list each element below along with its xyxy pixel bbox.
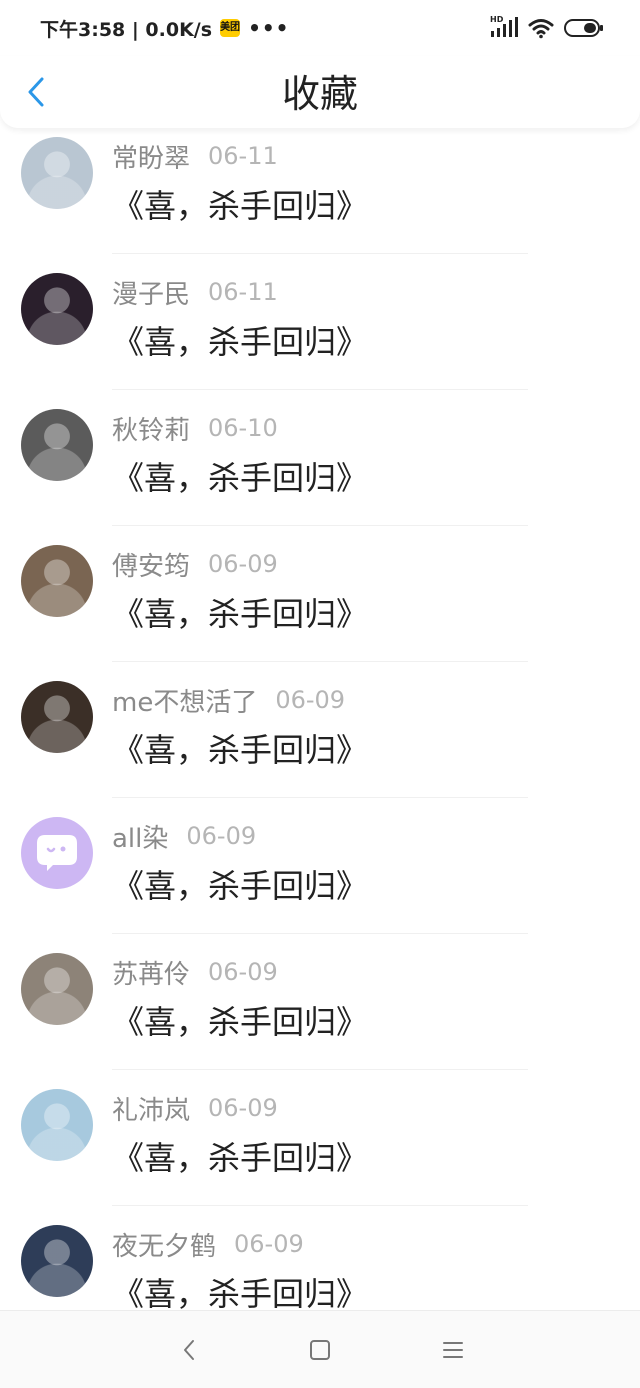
- item-date: 06-09: [186, 822, 257, 850]
- avatar-photo: [21, 681, 93, 753]
- nav-home-icon: [310, 1340, 330, 1360]
- divider: [112, 389, 528, 390]
- list-item[interactable]: 夜无夕鹤 06-09 《喜，杀手回归》: [0, 1225, 640, 1310]
- item-title[interactable]: 《喜，杀手回归》: [112, 997, 368, 1043]
- list-item[interactable]: me不想活了 06-09 《喜，杀手回归》: [0, 681, 640, 817]
- user-name[interactable]: me不想活了: [112, 682, 257, 719]
- favorites-list: 常盼翠 06-11 《喜，杀手回归》 漫子民 06-11 《喜，杀手回归》 秋铃莉 06-10…: [0, 128, 640, 1310]
- divider: [112, 1205, 528, 1206]
- nav-back-button[interactable]: [174, 1335, 204, 1365]
- item-meta: 夜无夕鹤 06-09: [112, 1226, 304, 1263]
- divider: [112, 933, 528, 934]
- list-item[interactable]: 常盼翠 06-11 《喜，杀手回归》: [0, 137, 640, 273]
- more-notifications-icon: •••: [248, 16, 290, 40]
- header: 收藏: [0, 56, 640, 128]
- item-meta: 秋铃莉 06-10: [112, 410, 278, 447]
- page-title: 收藏: [281, 72, 358, 116]
- avatar[interactable]: [21, 953, 93, 1025]
- user-name[interactable]: 秋铃莉: [112, 410, 190, 447]
- user-name[interactable]: all染: [112, 818, 168, 855]
- item-date: 06-09: [234, 1230, 304, 1258]
- avatar[interactable]: [21, 817, 93, 889]
- avatar-photo: [21, 1089, 93, 1161]
- list-item[interactable]: 秋铃莉 06-10 《喜，杀手回归》: [0, 409, 640, 545]
- item-date: 06-09: [208, 958, 278, 986]
- avatar-photo: [21, 137, 93, 209]
- item-title[interactable]: 《喜，杀手回归》: [112, 181, 368, 227]
- meituan-app-icon: 美团: [220, 19, 241, 37]
- signal-icon: HD: [490, 15, 518, 39]
- list-item[interactable]: 苏苒伶 06-09 《喜，杀手回归》: [0, 953, 640, 1089]
- chat-bubble-icon: [37, 835, 77, 871]
- user-name[interactable]: 苏苒伶: [112, 954, 190, 991]
- avatar[interactable]: [21, 273, 93, 345]
- nav-menu-icon: [443, 1342, 463, 1358]
- item-meta: 苏苒伶 06-09: [112, 954, 278, 991]
- user-name[interactable]: 常盼翠: [112, 138, 190, 175]
- avatar-photo: [21, 409, 93, 481]
- item-date: 06-09: [208, 1094, 278, 1122]
- item-date: 06-10: [208, 414, 278, 442]
- item-title[interactable]: 《喜，杀手回归》: [112, 317, 368, 363]
- nav-recents-button[interactable]: [438, 1335, 468, 1365]
- item-title[interactable]: 《喜，杀手回归》: [112, 1269, 368, 1310]
- item-date: 06-09: [208, 550, 278, 578]
- item-meta: 傅安筠 06-09: [112, 546, 278, 583]
- status-bar: 下午3:58 | 0.0K/s 美团 ••• HD: [0, 0, 640, 56]
- divider: [112, 1069, 528, 1070]
- list-item[interactable]: all染 06-09 《喜，杀手回归》: [0, 817, 640, 953]
- item-title[interactable]: 《喜，杀手回归》: [112, 453, 368, 499]
- status-time-speed: 下午3:58 | 0.0K/s: [40, 18, 213, 41]
- divider: [112, 661, 528, 662]
- avatar-photo: [21, 1225, 93, 1297]
- list-item[interactable]: 礼沛岚 06-09 《喜，杀手回归》: [0, 1089, 640, 1225]
- item-date: 06-11: [208, 142, 278, 170]
- avatar-photo: [21, 273, 93, 345]
- avatar[interactable]: [21, 137, 93, 209]
- avatar[interactable]: [21, 681, 93, 753]
- item-meta: 礼沛岚 06-09: [112, 1090, 278, 1127]
- avatar[interactable]: [21, 1089, 93, 1161]
- list-item[interactable]: 傅安筠 06-09 《喜，杀手回归》: [0, 545, 640, 681]
- nav-home-button[interactable]: [305, 1335, 335, 1365]
- item-date: 06-11: [208, 278, 278, 306]
- status-right: HD: [490, 15, 604, 40]
- item-meta: me不想活了 06-09: [112, 682, 346, 719]
- divider: [112, 253, 528, 254]
- user-name[interactable]: 礼沛岚: [112, 1090, 190, 1127]
- item-title[interactable]: 《喜，杀手回归》: [112, 589, 368, 635]
- avatar[interactable]: [21, 545, 93, 617]
- divider: [112, 525, 528, 526]
- avatar-photo: [21, 953, 93, 1025]
- system-nav-bar: [0, 1310, 640, 1388]
- avatar[interactable]: [21, 1225, 93, 1297]
- avatar-photo: [21, 545, 93, 617]
- user-name[interactable]: 漫子民: [112, 274, 190, 311]
- wifi-icon: [528, 19, 554, 39]
- item-meta: 漫子民 06-11: [112, 274, 278, 311]
- item-title[interactable]: 《喜，杀手回归》: [112, 725, 368, 771]
- nav-back-icon: [184, 1340, 194, 1360]
- battery-icon: [564, 19, 603, 37]
- divider: [112, 797, 528, 798]
- item-meta: all染 06-09: [112, 818, 257, 855]
- item-title[interactable]: 《喜，杀手回归》: [112, 1133, 368, 1179]
- user-name[interactable]: 傅安筠: [112, 546, 190, 583]
- list-item[interactable]: 漫子民 06-11 《喜，杀手回归》: [0, 273, 640, 409]
- item-meta: 常盼翠 06-11: [112, 138, 278, 175]
- item-date: 06-09: [275, 686, 346, 714]
- status-left: 下午3:58 | 0.0K/s 美团 •••: [40, 14, 289, 42]
- avatar[interactable]: [21, 409, 93, 481]
- user-name[interactable]: 夜无夕鹤: [112, 1226, 216, 1263]
- item-title[interactable]: 《喜，杀手回归》: [112, 861, 368, 907]
